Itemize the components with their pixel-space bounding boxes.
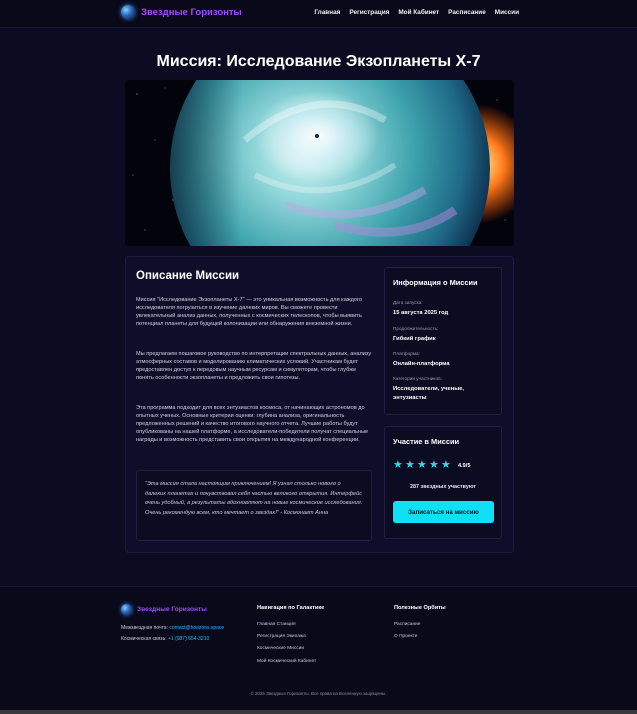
- participation-card-title: Участие в Миссии: [393, 437, 460, 446]
- nav-link-registration[interactable]: Регистрация: [349, 9, 389, 16]
- phone-label: Космическая связь:: [121, 636, 167, 642]
- logo-text: Звездные Горизонты: [141, 6, 242, 18]
- footer-logo-text: Звездные Горизонты: [137, 606, 207, 613]
- participants-count: 287 звездных участвуют: [410, 484, 476, 490]
- mission-info-card: Информация о Миссии Дата запуска: 15 авг…: [384, 267, 502, 415]
- exoplanet-illustration: [125, 80, 514, 246]
- join-mission-button[interactable]: Записаться на миссию: [393, 501, 494, 523]
- participation-card: Участие в Миссии ★ ★ ★ ★ ★ 4.9/5 287 зве…: [384, 426, 502, 539]
- info-label: Платформа:: [393, 351, 420, 356]
- info-value: Исследователи, ученые, энтузиасты: [393, 386, 465, 401]
- rating-value: 4.9/5: [458, 462, 471, 469]
- email-link[interactable]: contact@horizons.space: [169, 625, 224, 631]
- window-bottom-bar: [0, 710, 637, 714]
- mission-paragraph: Эта программа подходит для всех энтузиас…: [136, 405, 369, 443]
- info-label: Категории участников:: [393, 376, 442, 381]
- mission-description-heading: Описание Миссии: [136, 270, 240, 282]
- info-item-platform: Платформа: Онлайн-платформа: [393, 351, 497, 369]
- info-item-categories: Категории участников: Исследователи, уче…: [393, 376, 497, 402]
- info-item-duration: Продолжительность: Гибкий график: [393, 326, 497, 344]
- planet-logo-icon: [121, 604, 132, 615]
- mission-paragraph: Мы предлагаем пошаговое руководство по и…: [136, 351, 372, 381]
- footer-email: Межзвездная почта: contact@horizons.spac…: [121, 625, 224, 631]
- footer-link-schedule[interactable]: Расписание: [394, 622, 420, 627]
- info-value: Онлайн-платформа: [393, 361, 450, 367]
- testimonial-quote: "Эта миссия стала настоящим приключением…: [136, 470, 372, 541]
- footer-phone: Космическая связь: +1 (987) 654-3210: [121, 636, 209, 642]
- main-nav: Главная Регистрация Мой Кабинет Расписан…: [314, 9, 519, 16]
- footer-link-cabinet[interactable]: Мой Космический Кабинет: [257, 659, 316, 664]
- rating-stars: ★ ★ ★ ★ ★ 4.9/5: [393, 460, 470, 471]
- footer-nav-title: Навигация по Галактике: [257, 605, 325, 611]
- planet-logo-icon: [121, 5, 135, 19]
- nav-link-schedule[interactable]: Расписание: [448, 9, 486, 16]
- star-icon: ★: [417, 459, 427, 471]
- footer-link-crew-registration[interactable]: Регистрация Экипажа: [257, 634, 306, 639]
- copyright-text: © 2025 Звездные Горизонты. Все права на …: [250, 691, 387, 696]
- star-icon: ★: [441, 459, 451, 471]
- info-value: Гибкий график: [393, 336, 436, 342]
- footer-link-space-missions[interactable]: Космические Миссии: [257, 646, 304, 651]
- page-title: Миссия: Исследование Экзопланеты X-7: [156, 53, 481, 70]
- nav-link-missions[interactable]: Миссии: [495, 9, 519, 16]
- email-label: Межзвездная почта:: [121, 625, 168, 631]
- hero-planet-image: [125, 80, 514, 246]
- info-value: 15 августа 2025 год: [393, 310, 449, 316]
- nav-link-home[interactable]: Главная: [314, 9, 340, 16]
- info-card-title: Информация о Миссии: [393, 278, 478, 287]
- footer-link-home-station[interactable]: Главная Станция: [257, 622, 296, 627]
- star-icon: ★: [429, 459, 439, 471]
- info-label: Дата запуска:: [393, 300, 423, 305]
- footer-link-about[interactable]: О Проекте: [394, 634, 417, 639]
- site-header: Звездные Горизонты Главная Регистрация М…: [0, 0, 637, 28]
- footer-logo-link[interactable]: Звездные Горизонты: [121, 604, 207, 615]
- footer-orbits-title: Полезные Орбиты: [394, 605, 446, 611]
- star-icon: ★: [393, 459, 403, 471]
- star-icon: ★: [405, 459, 415, 471]
- phone-link[interactable]: +1 (987) 654-3210: [168, 636, 209, 642]
- nav-link-cabinet[interactable]: Мой Кабинет: [398, 9, 439, 16]
- info-item-launch-date: Дата запуска: 15 августа 2025 год: [393, 300, 497, 318]
- logo-link[interactable]: Звездные Горизонты: [121, 5, 242, 19]
- info-label: Продолжительность:: [393, 326, 439, 331]
- mission-paragraph: Миссия "Исследование Экзопланеты X-7" — …: [136, 297, 362, 327]
